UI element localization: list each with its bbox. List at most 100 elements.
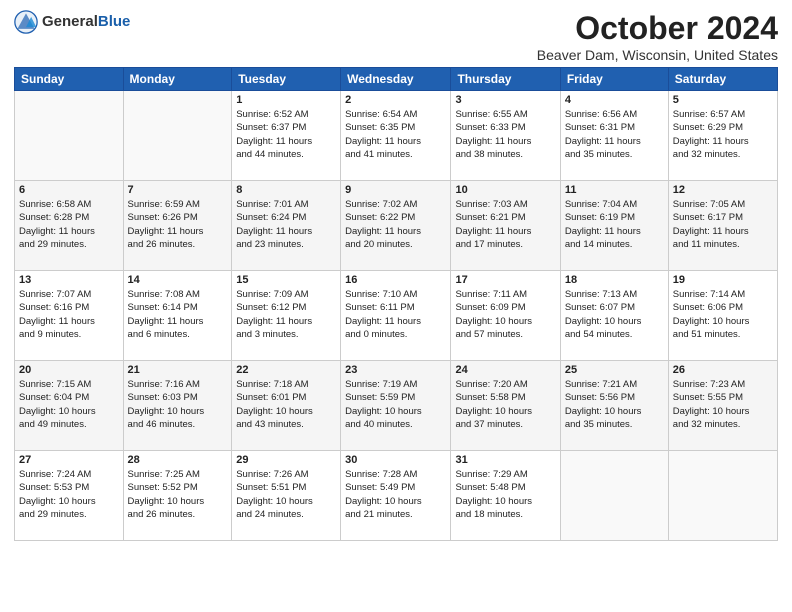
- month-title: October 2024: [537, 10, 778, 47]
- calendar-table: Sunday Monday Tuesday Wednesday Thursday…: [14, 67, 778, 541]
- day-number: 11: [565, 184, 664, 196]
- day-info: Sunrise: 7:28 AM Sunset: 5:49 PM Dayligh…: [345, 468, 446, 521]
- calendar-cell: 29Sunrise: 7:26 AM Sunset: 5:51 PM Dayli…: [232, 451, 341, 541]
- day-info: Sunrise: 6:52 AM Sunset: 6:37 PM Dayligh…: [236, 108, 336, 161]
- calendar-week-5: 27Sunrise: 7:24 AM Sunset: 5:53 PM Dayli…: [15, 451, 778, 541]
- day-number: 7: [128, 184, 228, 196]
- calendar-cell: 18 Sunrise: 7:13 AM Sunset: 6:07 PM Dayli…: [560, 271, 668, 361]
- day-number: 10: [455, 184, 555, 196]
- day-number: 14: [128, 274, 228, 286]
- day-info: Sunrise: 7:19 AM Sunset: 5:59 PM Dayligh…: [345, 378, 446, 431]
- days-of-week-row: Sunday Monday Tuesday Wednesday Thursday…: [15, 68, 778, 91]
- day-info: Sunrise: 7:13 AM Sunset: 6:07 PM Dayligh…: [565, 288, 664, 341]
- day-number: 9: [345, 184, 446, 196]
- day-info: Sunrise: 6:59 AM Sunset: 6:26 PM Dayligh…: [128, 198, 228, 251]
- calendar-cell: 26 Sunrise: 7:23 AM Sunset: 5:55 PM Dayli…: [668, 361, 777, 451]
- day-number: 30: [345, 454, 446, 466]
- day-number: 19: [673, 274, 773, 286]
- day-info: Sunrise: 7:01 AM Sunset: 6:24 PM Dayligh…: [236, 198, 336, 251]
- day-info: Sunrise: 6:56 AM Sunset: 6:31 PM Dayligh…: [565, 108, 664, 161]
- logo: GeneralBlue: [14, 10, 130, 34]
- day-number: 28: [128, 454, 228, 466]
- day-number: 23: [345, 364, 446, 376]
- day-info: Sunrise: 7:23 AM Sunset: 5:55 PM Dayligh…: [673, 378, 773, 431]
- calendar-cell: 1 Sunrise: 6:52 AM Sunset: 6:37 PM Daylig…: [232, 91, 341, 181]
- header: GeneralBlue October 2024 Beaver Dam, Wis…: [14, 10, 778, 63]
- day-info: Sunrise: 7:02 AM Sunset: 6:22 PM Dayligh…: [345, 198, 446, 251]
- day-number: 18: [565, 274, 664, 286]
- day-number: 22: [236, 364, 336, 376]
- day-info: Sunrise: 7:26 AM Sunset: 5:51 PM Dayligh…: [236, 468, 336, 521]
- day-number: 15: [236, 274, 336, 286]
- calendar-cell: 21 Sunrise: 7:16 AM Sunset: 6:03 PM Dayli…: [123, 361, 232, 451]
- col-tuesday: Tuesday: [232, 68, 341, 91]
- day-number: 25: [565, 364, 664, 376]
- day-info: Sunrise: 7:03 AM Sunset: 6:21 PM Dayligh…: [455, 198, 555, 251]
- calendar-cell: 12 Sunrise: 7:05 AM Sunset: 6:17 PM Dayli…: [668, 181, 777, 271]
- calendar-header: Sunday Monday Tuesday Wednesday Thursday…: [15, 68, 778, 91]
- calendar-cell: 5 Sunrise: 6:57 AM Sunset: 6:29 PM Daylig…: [668, 91, 777, 181]
- day-info: Sunrise: 7:04 AM Sunset: 6:19 PM Dayligh…: [565, 198, 664, 251]
- day-number: 13: [19, 274, 119, 286]
- calendar-cell: 11 Sunrise: 7:04 AM Sunset: 6:19 PM Dayli…: [560, 181, 668, 271]
- calendar-cell: 19 Sunrise: 7:14 AM Sunset: 6:06 PM Dayli…: [668, 271, 777, 361]
- day-number: 5: [673, 94, 773, 106]
- calendar-cell: 28 Sunrise: 7:25 AM Sunset: 5:52 PM Dayli…: [123, 451, 232, 541]
- col-monday: Monday: [123, 68, 232, 91]
- day-number: 26: [673, 364, 773, 376]
- calendar-cell: [668, 451, 777, 541]
- day-info: Sunrise: 7:07 AM Sunset: 6:16 PM Dayligh…: [19, 288, 119, 341]
- calendar-week-3: 13 Sunrise: 7:07 AM Sunset: 6:16 PM Dayli…: [15, 271, 778, 361]
- day-number: 24: [455, 364, 555, 376]
- day-number: 3: [455, 94, 555, 106]
- day-info: Sunrise: 7:18 AM Sunset: 6:01 PM Dayligh…: [236, 378, 336, 431]
- day-info: Sunrise: 7:15 AM Sunset: 6:04 PM Dayligh…: [19, 378, 119, 431]
- day-info: Sunrise: 6:58 AM Sunset: 6:28 PM Dayligh…: [19, 198, 119, 251]
- day-info: Sunrise: 7:05 AM Sunset: 6:17 PM Dayligh…: [673, 198, 773, 251]
- day-info: Sunrise: 7:14 AM Sunset: 6:06 PM Dayligh…: [673, 288, 773, 341]
- day-number: 20: [19, 364, 119, 376]
- calendar-cell: 15Sunrise: 7:09 AM Sunset: 6:12 PM Dayli…: [232, 271, 341, 361]
- day-info: Sunrise: 7:16 AM Sunset: 6:03 PM Dayligh…: [128, 378, 228, 431]
- day-info: Sunrise: 7:29 AM Sunset: 5:48 PM Dayligh…: [455, 468, 555, 521]
- day-number: 1: [236, 94, 336, 106]
- col-thursday: Thursday: [451, 68, 560, 91]
- calendar-cell: 2 Sunrise: 6:54 AM Sunset: 6:35 PM Daylig…: [341, 91, 451, 181]
- col-saturday: Saturday: [668, 68, 777, 91]
- day-number: 2: [345, 94, 446, 106]
- title-block: October 2024 Beaver Dam, Wisconsin, Unit…: [537, 10, 778, 63]
- logo-text: GeneralBlue: [42, 13, 130, 31]
- calendar-cell: 17Sunrise: 7:11 AM Sunset: 6:09 PM Dayli…: [451, 271, 560, 361]
- calendar-container: GeneralBlue October 2024 Beaver Dam, Wis…: [0, 0, 792, 547]
- col-friday: Friday: [560, 68, 668, 91]
- day-info: Sunrise: 6:54 AM Sunset: 6:35 PM Dayligh…: [345, 108, 446, 161]
- day-number: 27: [19, 454, 119, 466]
- calendar-cell: 27Sunrise: 7:24 AM Sunset: 5:53 PM Dayli…: [15, 451, 124, 541]
- day-info: Sunrise: 6:55 AM Sunset: 6:33 PM Dayligh…: [455, 108, 555, 161]
- calendar-cell: 22 Sunrise: 7:18 AM Sunset: 6:01 PM Dayli…: [232, 361, 341, 451]
- calendar-cell: 25Sunrise: 7:21 AM Sunset: 5:56 PM Dayli…: [560, 361, 668, 451]
- day-number: 4: [565, 94, 664, 106]
- day-info: Sunrise: 7:10 AM Sunset: 6:11 PM Dayligh…: [345, 288, 446, 341]
- calendar-cell: 23 Sunrise: 7:19 AM Sunset: 5:59 PM Dayli…: [341, 361, 451, 451]
- calendar-cell: 10 Sunrise: 7:03 AM Sunset: 6:21 PM Dayli…: [451, 181, 560, 271]
- day-number: 31: [455, 454, 555, 466]
- calendar-cell: 4 Sunrise: 6:56 AM Sunset: 6:31 PM Daylig…: [560, 91, 668, 181]
- calendar-cell: 14Sunrise: 7:08 AM Sunset: 6:14 PM Dayli…: [123, 271, 232, 361]
- calendar-cell: 31 Sunrise: 7:29 AM Sunset: 5:48 PM Dayli…: [451, 451, 560, 541]
- location: Beaver Dam, Wisconsin, United States: [537, 47, 778, 63]
- calendar-cell: [123, 91, 232, 181]
- day-info: Sunrise: 6:57 AM Sunset: 6:29 PM Dayligh…: [673, 108, 773, 161]
- day-number: 21: [128, 364, 228, 376]
- day-info: Sunrise: 7:25 AM Sunset: 5:52 PM Dayligh…: [128, 468, 228, 521]
- logo-icon: [14, 10, 38, 34]
- day-number: 16: [345, 274, 446, 286]
- calendar-cell: 24Sunrise: 7:20 AM Sunset: 5:58 PM Dayli…: [451, 361, 560, 451]
- day-info: Sunrise: 7:11 AM Sunset: 6:09 PM Dayligh…: [455, 288, 555, 341]
- calendar-week-2: 6Sunrise: 6:58 AM Sunset: 6:28 PM Daylig…: [15, 181, 778, 271]
- calendar-cell: 30 Sunrise: 7:28 AM Sunset: 5:49 PM Dayli…: [341, 451, 451, 541]
- calendar-cell: 3 Sunrise: 6:55 AM Sunset: 6:33 PM Daylig…: [451, 91, 560, 181]
- calendar-cell: 8Sunrise: 7:01 AM Sunset: 6:24 PM Daylig…: [232, 181, 341, 271]
- calendar-cell: 6Sunrise: 6:58 AM Sunset: 6:28 PM Daylig…: [15, 181, 124, 271]
- day-number: 12: [673, 184, 773, 196]
